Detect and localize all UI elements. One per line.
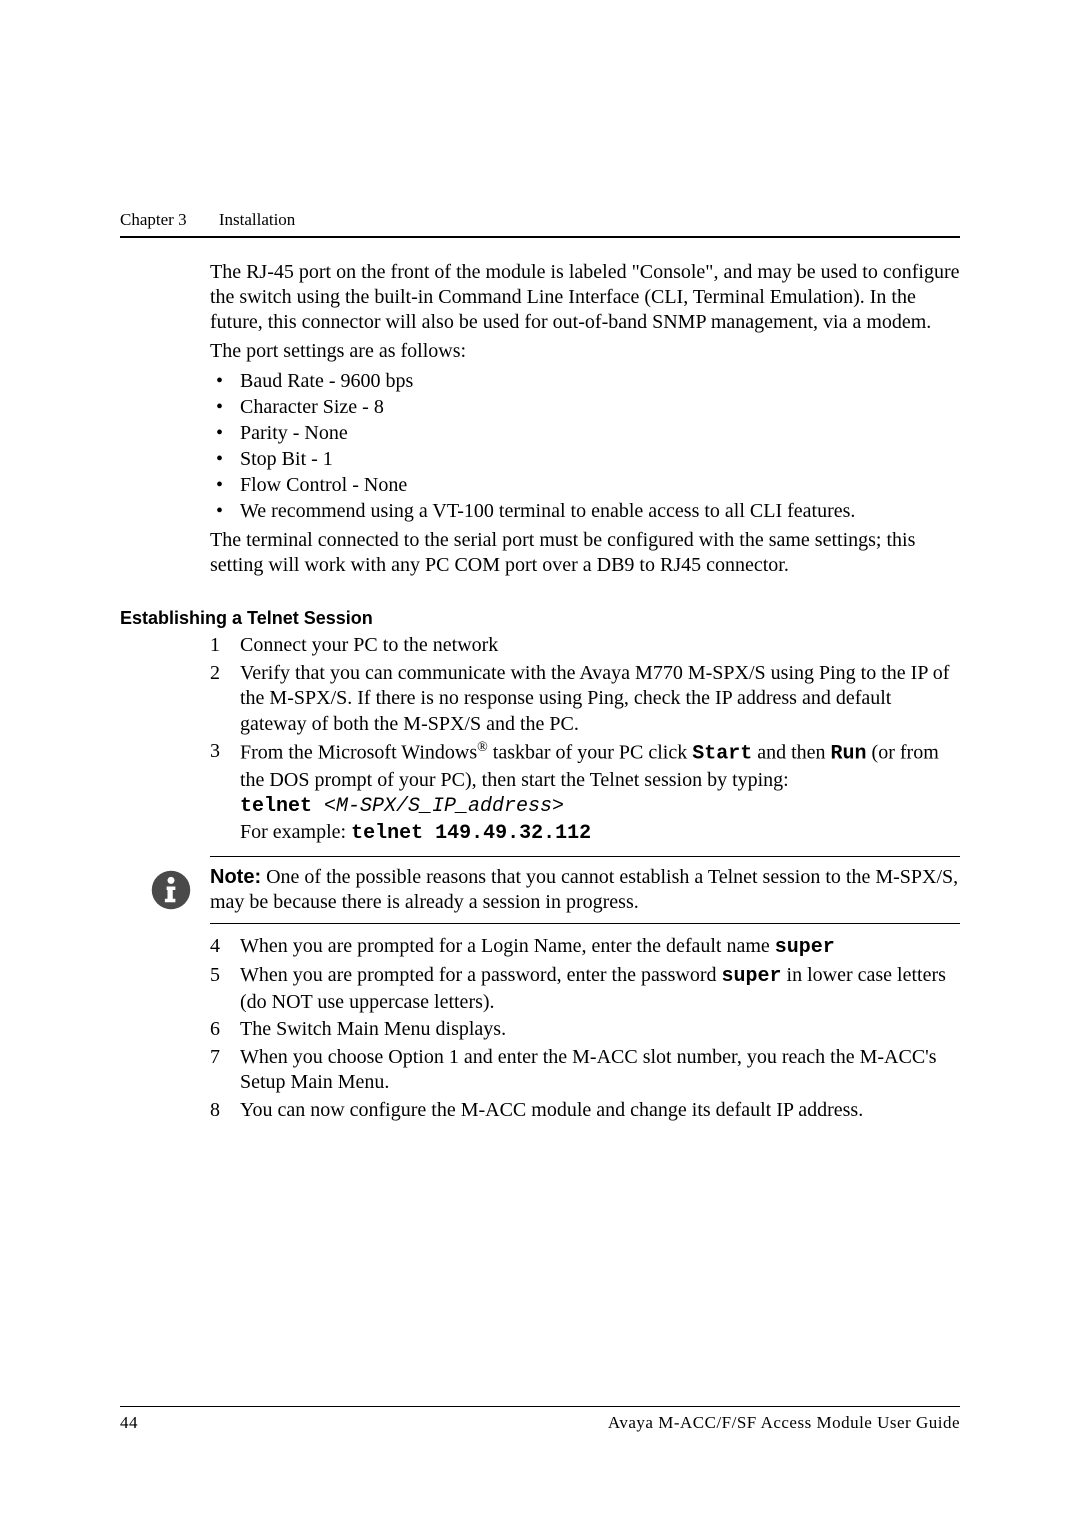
running-header: Chapter 3 Installation: [120, 210, 960, 230]
list-item: Stop Bit - 1: [210, 446, 960, 472]
telnet-cmd: telnet: [240, 795, 312, 818]
password: super: [722, 965, 782, 988]
terminal-settings-note: The terminal connected to the serial por…: [210, 528, 960, 578]
step-8: You can now configure the M-ACC module a…: [210, 1098, 960, 1124]
header-rule: [120, 236, 960, 238]
ordered-steps-2: When you are prompted for a Login Name, …: [210, 934, 960, 1123]
run-cmd: Run: [831, 743, 867, 766]
list-item: Character Size - 8: [210, 394, 960, 420]
port-settings-intro: The port settings are as follows:: [210, 339, 960, 364]
steps-block-2: When you are prompted for a Login Name, …: [210, 934, 960, 1123]
section-heading: Establishing a Telnet Session: [120, 608, 960, 629]
step-4: When you are prompted for a Login Name, …: [210, 934, 960, 961]
step-5-text-a: When you are prompted for a password, en…: [240, 964, 722, 986]
telnet-arg: <M-SPX/S_IP_address>: [312, 795, 564, 818]
step-2: Verify that you can communicate with the…: [210, 661, 960, 738]
note-rule-bottom: [210, 923, 960, 924]
footer-row: 44 Avaya M-ACC/F/SF Access Module User G…: [120, 1413, 960, 1433]
chapter-label: Chapter 3: [120, 210, 187, 229]
port-settings-list: Baud Rate - 9600 bps Character Size - 8 …: [210, 368, 960, 524]
note-block: Note: One of the possible reasons that y…: [210, 856, 960, 924]
list-item: We recommend using a VT-100 terminal to …: [210, 498, 960, 524]
step-3: From the Microsoft Windows® taskbar of y…: [210, 739, 960, 846]
ordered-steps-1: Connect your PC to the network Verify th…: [210, 633, 960, 846]
example-cmd: telnet 149.49.32.112: [351, 822, 591, 845]
intro-paragraph: The RJ-45 port on the front of the modul…: [210, 260, 960, 335]
step-1: Connect your PC to the network: [210, 633, 960, 659]
note-rule-top: [210, 856, 960, 857]
step-3-text-c: and then: [752, 742, 830, 764]
note-text: Note: One of the possible reasons that y…: [210, 865, 960, 915]
step-6: The Switch Main Menu displays.: [210, 1017, 960, 1043]
login-name: super: [775, 936, 835, 959]
note-label: Note:: [210, 866, 261, 888]
step-5: When you are prompted for a password, en…: [210, 963, 960, 1015]
doc-title: Avaya M-ACC/F/SF Access Module User Guid…: [608, 1413, 960, 1433]
list-item: Flow Control - None: [210, 472, 960, 498]
list-item: Parity - None: [210, 420, 960, 446]
registered-mark: ®: [477, 740, 488, 755]
page-number: 44: [120, 1413, 138, 1433]
steps-block-1: Connect your PC to the network Verify th…: [210, 633, 960, 846]
step-7: When you choose Option 1 and enter the M…: [210, 1045, 960, 1096]
example-label: For example:: [240, 821, 351, 843]
info-icon: [150, 869, 192, 911]
step-3-text-a: From the Microsoft Windows: [240, 742, 477, 764]
chapter-title: Installation: [219, 210, 295, 229]
step-3-text-b: taskbar of your PC click: [488, 742, 692, 764]
list-item: Baud Rate - 9600 bps: [210, 368, 960, 394]
page-container: Chapter 3 Installation The RJ-45 port on…: [0, 0, 1080, 1528]
note-row: Note: One of the possible reasons that y…: [210, 865, 960, 915]
step-4-text: When you are prompted for a Login Name, …: [240, 935, 775, 957]
start-cmd: Start: [692, 743, 752, 766]
note-body: One of the possible reasons that you can…: [210, 866, 958, 913]
footer-rule: [120, 1406, 960, 1407]
footer: 44 Avaya M-ACC/F/SF Access Module User G…: [120, 1406, 960, 1433]
body-content: The RJ-45 port on the front of the modul…: [210, 260, 960, 578]
